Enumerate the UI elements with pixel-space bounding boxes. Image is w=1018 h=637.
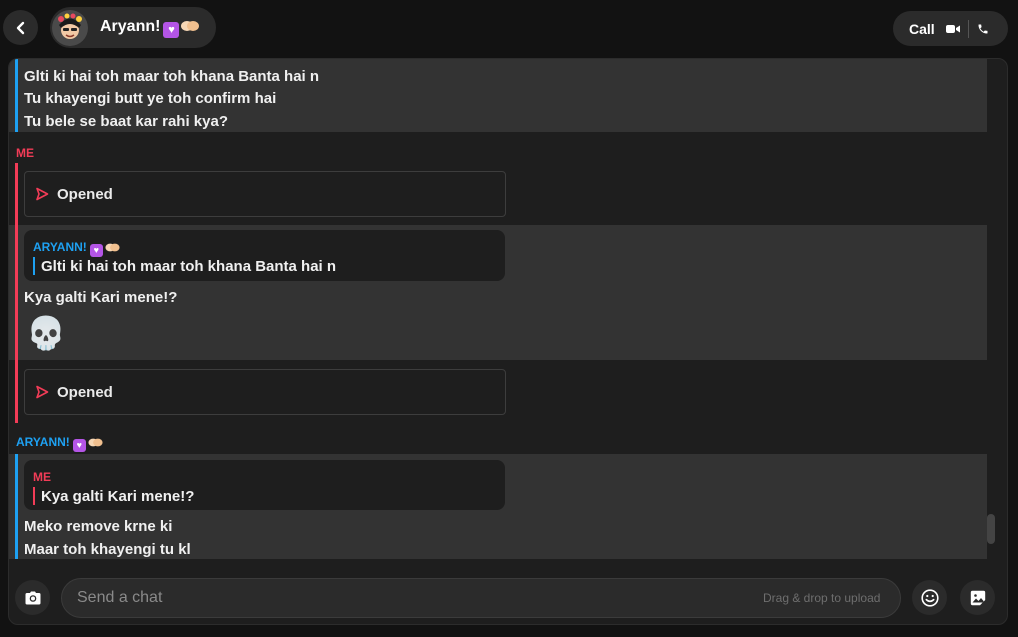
quote-bar [33,487,35,505]
opened-label: Opened [57,185,113,203]
quoted-text: Kya galti Kari mene!? [41,488,195,505]
message-line: Meko remove krne ki [24,518,173,535]
sender-bar-other [15,454,18,559]
chat-messages-panel: Glti ki hai toh maar toh khana Banta hai… [8,58,1008,625]
quoted-text: Glti ki hai toh maar toh khana Banta hai… [41,258,337,275]
sender-label-other: ARYANN! ♥ [16,435,103,452]
sticker-button[interactable] [960,580,995,615]
call-divider [967,19,969,38]
handshake-emoji-icon [181,20,200,31]
quoted-sender: ARYANN! ♥ [33,240,120,257]
skull-emoji: 💀 [26,315,66,351]
opened-label: Opened [57,383,113,401]
drag-drop-hint: Drag & drop to upload [763,591,881,605]
phone-icon[interactable] [977,23,989,35]
sender-label-text: ARYANN! [16,435,70,449]
recipient-name: Aryann! ♥ [100,17,200,38]
call-controls: Call [893,11,1008,46]
emoji-smile-icon [920,588,939,607]
opened-arrow-icon [36,385,49,399]
opened-status[interactable]: Opened [24,171,506,217]
heart-emoji-icon: ♥ [72,439,86,452]
sender-bar-other [15,59,18,132]
handshake-emoji-icon [88,438,103,447]
chat-header: Aryann! ♥ Call [0,0,1018,58]
back-chevron-icon [16,21,24,34]
heart-emoji-icon: ♥ [89,244,103,257]
avatar [52,9,88,46]
camera-icon [25,591,40,604]
quoted-sender: ME [33,470,51,484]
quoted-message[interactable]: ARYANN! ♥ Glti ki hai toh maar toh khana … [24,230,505,281]
message-line: Maar toh khayengi tu kl [24,541,191,558]
scrollbar-thumb[interactable] [987,514,995,544]
message-line: Tu khayengi butt ye toh confirm hai [24,90,277,107]
emoji-button[interactable] [912,580,947,615]
camera-button[interactable] [15,580,50,615]
quote-bar [33,257,35,275]
message-line: Tu bele se baat kar rahi kya? [24,113,228,130]
quoted-message[interactable]: ME Kya galti Kari mene!? [24,460,505,510]
opened-arrow-icon [36,187,49,201]
sender-label-me: ME [16,146,34,160]
sender-bar-me [15,225,18,360]
message-line: Glti ki hai toh maar toh khana Banta hai… [24,68,320,85]
call-button[interactable]: Call [909,21,935,37]
video-camera-icon[interactable] [945,24,960,34]
handshake-emoji-icon [105,243,120,252]
chat-recipient-button[interactable]: Aryann! ♥ [50,7,216,48]
opened-status[interactable]: Opened [24,369,506,415]
sticker-icon [970,590,985,605]
heart-emoji-icon: ♥ [163,21,180,38]
quoted-sender-text: ARYANN! [33,240,87,254]
message-line: Kya galti Kari mene!? [24,289,178,306]
back-button[interactable] [3,10,38,45]
recipient-name-text: Aryann! [100,17,161,35]
